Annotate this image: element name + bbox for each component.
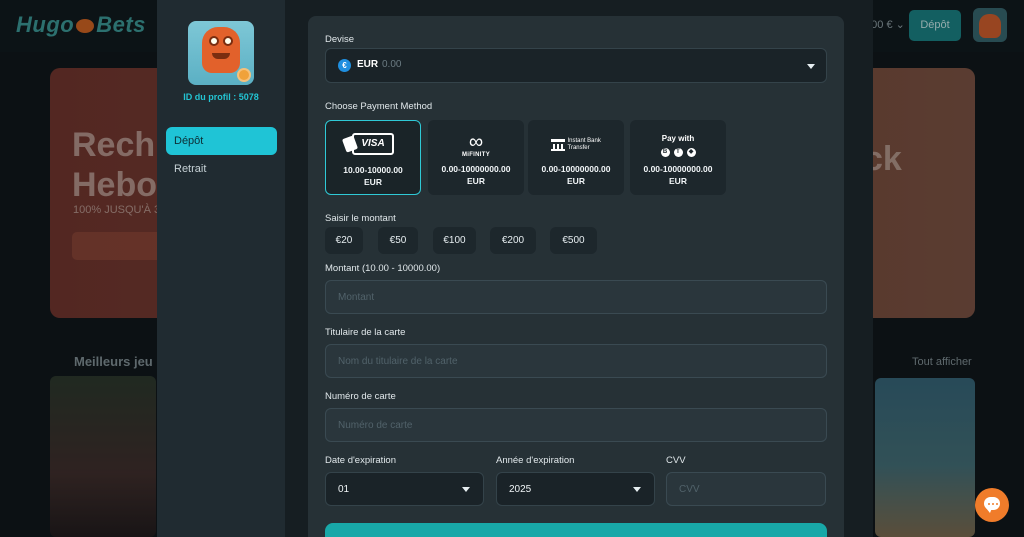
profile-id: ID du profil : 5078 [183,92,259,102]
tether-icon: T [673,148,683,157]
bank-logo-text: Instant Bank Transfer [567,137,601,151]
live-chat-button[interactable] [975,488,1009,522]
quick-amount-200[interactable]: €200 [490,227,536,254]
payment-method-mifinity[interactable]: ∞ MiFINITY 0.00-10000000.00 EUR [428,120,524,195]
quick-amount-50[interactable]: €50 [378,227,418,254]
payment-method-range: 0.00-10000000.00 EUR [643,164,713,186]
mifinity-logo-text: MiFINITY [461,152,491,158]
coin-badge-icon [237,68,251,82]
submit-deposit-button[interactable] [325,523,827,537]
quick-amount-20[interactable]: €20 [325,227,363,254]
crypto-icons: Pay with B T ◆ [630,134,726,157]
quick-amount-100[interactable]: €100 [433,227,476,254]
payment-method-visa[interactable]: VISA 10.00-10000.00 EUR [325,120,421,195]
exp-month-value: 01 [338,484,350,495]
currency-balance: 0.00 [382,59,402,70]
cvv-input[interactable] [666,472,826,506]
amount-section-label: Saisir le montant [325,213,396,224]
chat-bubble-icon [984,497,1000,513]
bank-icon: Instant Bank Transfer [528,136,624,154]
ethereum-icon: ◆ [686,148,696,157]
exp-month-label: Date d'expiration [325,455,396,466]
payment-method-range: 0.00-10000000.00 EUR [541,164,611,186]
exp-year-label: Année d'expiration [496,455,575,466]
visa-card-icon: VISA [326,133,420,155]
monster-avatar-icon [202,27,240,73]
chevron-down-icon [807,64,815,69]
payment-method-label: Choose Payment Method [325,101,433,112]
payment-method-bank-transfer[interactable]: Instant Bank Transfer 0.00-10000000.00 E… [528,120,624,195]
cvv-label: CVV [666,455,686,466]
currency-code: EUR [357,59,379,70]
amount-input[interactable] [325,280,827,314]
profile-avatar [188,21,254,85]
euro-coin-icon: € [338,59,351,72]
bitcoin-icon: B [660,148,670,157]
card-number-label: Numéro de carte [325,391,396,402]
payment-method-crypto[interactable]: Pay with B T ◆ 0.00-10000000.00 EUR [630,120,726,195]
card-holder-label: Titulaire de la carte [325,327,406,338]
exp-year-value: 2025 [509,484,532,495]
sidebar-item-deposit[interactable]: Dépôt [166,127,277,155]
payment-method-range: 0.00-10000000.00 EUR [441,164,511,186]
card-holder-input[interactable] [325,344,827,378]
currency-select[interactable]: € EUR 0.00 [325,48,827,83]
exp-month-select[interactable]: 01 [325,472,484,506]
chevron-down-icon [462,487,470,492]
pay-with-text: Pay with [661,134,695,143]
card-number-input[interactable] [325,408,827,442]
sidebar-item-withdraw[interactable]: Retrait [166,155,277,183]
chevron-down-icon [633,487,641,492]
infinity-icon: ∞ MiFINITY [428,132,524,158]
payment-method-range: 10.00-10000.00 EUR [343,165,403,187]
exp-year-select[interactable]: 2025 [496,472,655,506]
currency-label: Devise [325,34,355,45]
quick-amount-500[interactable]: €500 [550,227,597,254]
amount-label: Montant (10.00 - 10000.00) [325,263,441,274]
